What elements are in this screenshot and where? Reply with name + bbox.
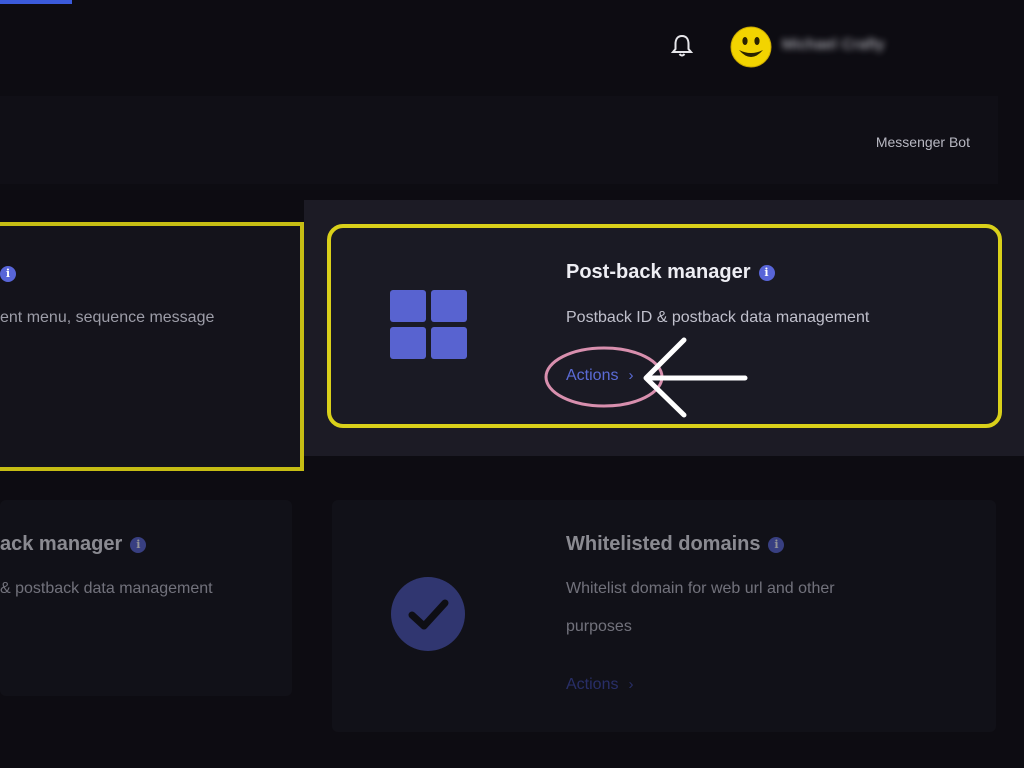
card-whitelist-title: Whitelisted domains xyxy=(566,533,761,555)
whitelist-actions-link[interactable]: Actions › xyxy=(566,676,633,694)
actions-link[interactable]: Actions › xyxy=(566,367,633,385)
card-title: Post-back manager i xyxy=(566,261,775,284)
info-icon[interactable]: i xyxy=(0,266,16,282)
grid-icon xyxy=(390,290,468,360)
chevron-right-icon: › xyxy=(628,676,634,693)
avatar[interactable] xyxy=(730,26,772,68)
card-left-top-desc: ent menu, sequence message xyxy=(0,309,215,326)
info-icon[interactable]: i xyxy=(768,537,785,553)
actions-label[interactable]: Actions xyxy=(566,367,618,384)
check-circle-icon xyxy=(391,577,465,651)
card-left-top xyxy=(0,222,304,471)
card-whitelist-desc-2: purposes xyxy=(566,618,632,635)
info-icon[interactable]: i xyxy=(130,537,147,553)
username[interactable]: Michael Crafty xyxy=(782,36,885,53)
bell-icon[interactable] xyxy=(668,32,696,60)
card-title: ack manager i xyxy=(0,533,147,556)
card-postback-desc: Postback ID & postback data management xyxy=(566,309,870,326)
card-postback-bottom-title: ack manager xyxy=(0,533,123,555)
breadcrumb[interactable]: Messenger Bot xyxy=(876,134,970,150)
card-postback-title: Post-back manager xyxy=(566,261,751,283)
actions-label[interactable]: Actions xyxy=(566,676,618,693)
card-title: Whitelisted domains i xyxy=(566,533,785,556)
breadcrumb-panel xyxy=(0,96,998,184)
info-icon[interactable]: i xyxy=(758,265,775,281)
chevron-right-icon: › xyxy=(628,367,634,384)
card-postback-bottom-desc: & postback data management xyxy=(0,580,213,597)
card-whitelist-desc-1: Whitelist domain for web url and other xyxy=(566,580,835,597)
top-left-accent xyxy=(0,0,72,4)
